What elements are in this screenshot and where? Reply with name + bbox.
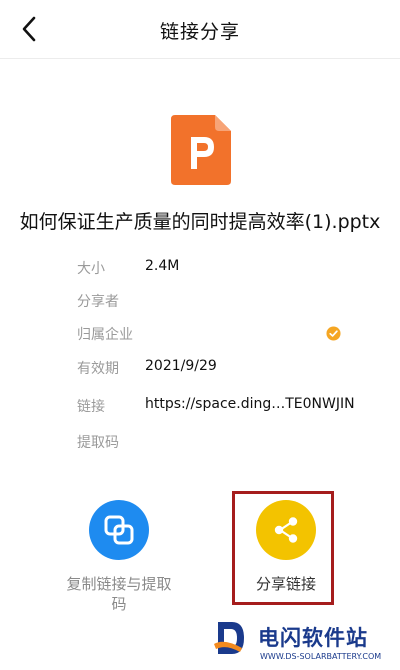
info-row-size: 大小 2.4M (0, 258, 400, 280)
company-label: 归属企业 (77, 327, 133, 343)
watermark-url: WWW.DS-SOLARBATTERY.COM (260, 652, 382, 661)
copy-link-button[interactable]: 复制链接与提取码 (64, 500, 174, 614)
copy-icon-circle (89, 500, 149, 560)
info-row-code: 提取码 (0, 432, 400, 454)
share-link-label: 分享链接 (255, 575, 316, 593)
info-row-link: 链接 https://space.ding…TE0NWJIN (0, 396, 400, 418)
watermark: 电闪软件站 WWW.DS-SOLARBATTERY.COM (198, 612, 400, 670)
expiry-value: 2021/9/29 (145, 358, 217, 374)
file-name: 如何保证生产质量的同时提高效率(1).pptx (19, 211, 381, 233)
info-row-sharer: 分享者 (0, 291, 400, 313)
header-bar: 链接分享 (0, 0, 400, 59)
copy-icon (104, 515, 134, 545)
code-label: 提取码 (77, 435, 119, 451)
page-title: 链接分享 (159, 21, 240, 43)
sharer-label: 分享者 (77, 294, 119, 310)
expiry-label: 有效期 (77, 361, 119, 377)
share-link-button[interactable]: 分享链接 (238, 500, 334, 594)
watermark-title: 电闪软件站 (258, 626, 368, 650)
copy-link-label: 复制链接与提取码 (66, 575, 172, 613)
share-icon-circle (256, 500, 316, 560)
link-label: 链接 (77, 399, 105, 415)
share-icon (274, 517, 298, 543)
powerpoint-file-icon (171, 115, 231, 185)
brand-logo-icon (214, 622, 244, 654)
info-row-expiry: 有效期 2021/9/29 (0, 358, 400, 380)
link-value[interactable]: https://space.ding…TE0NWJIN (145, 396, 355, 412)
size-label: 大小 (77, 261, 105, 277)
verified-icon (326, 326, 341, 341)
info-row-company: 归属企业 (0, 324, 400, 346)
size-value: 2.4M (145, 258, 180, 274)
